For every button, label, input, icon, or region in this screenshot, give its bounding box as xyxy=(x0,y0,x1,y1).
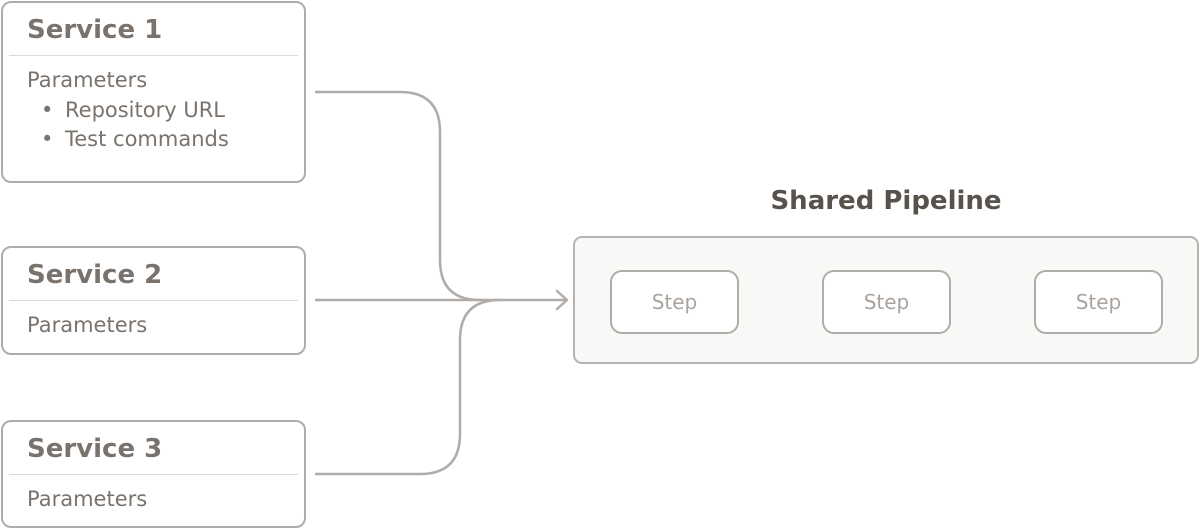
connector-service-1 xyxy=(315,90,481,302)
service-card-3: Service 3 Parameters xyxy=(1,420,306,528)
service-title: Service 2 xyxy=(27,260,163,290)
parameter-item: Test commands xyxy=(39,125,304,154)
parameters-label: Parameters xyxy=(27,487,148,511)
service-card-2: Service 2 Parameters xyxy=(1,246,306,355)
shared-pipeline: Step Step Step xyxy=(573,236,1199,364)
connector-service-3 xyxy=(315,298,501,476)
parameters-list: Repository URL Test commands xyxy=(3,96,304,154)
service-title: Service 1 xyxy=(27,15,163,45)
pipeline-step-3: Step xyxy=(1034,270,1163,334)
service-title: Service 3 xyxy=(27,434,163,464)
parameter-item: Repository URL xyxy=(39,96,304,125)
parameters-label: Parameters xyxy=(27,313,148,337)
parameters-label: Parameters xyxy=(27,68,148,92)
pipeline-step-1: Step xyxy=(610,270,739,334)
service-card-1: Service 1 Parameters Repository URL Test… xyxy=(1,1,306,183)
pipeline-title: Shared Pipeline xyxy=(770,186,1002,216)
pipeline-step-2: Step xyxy=(822,270,951,334)
